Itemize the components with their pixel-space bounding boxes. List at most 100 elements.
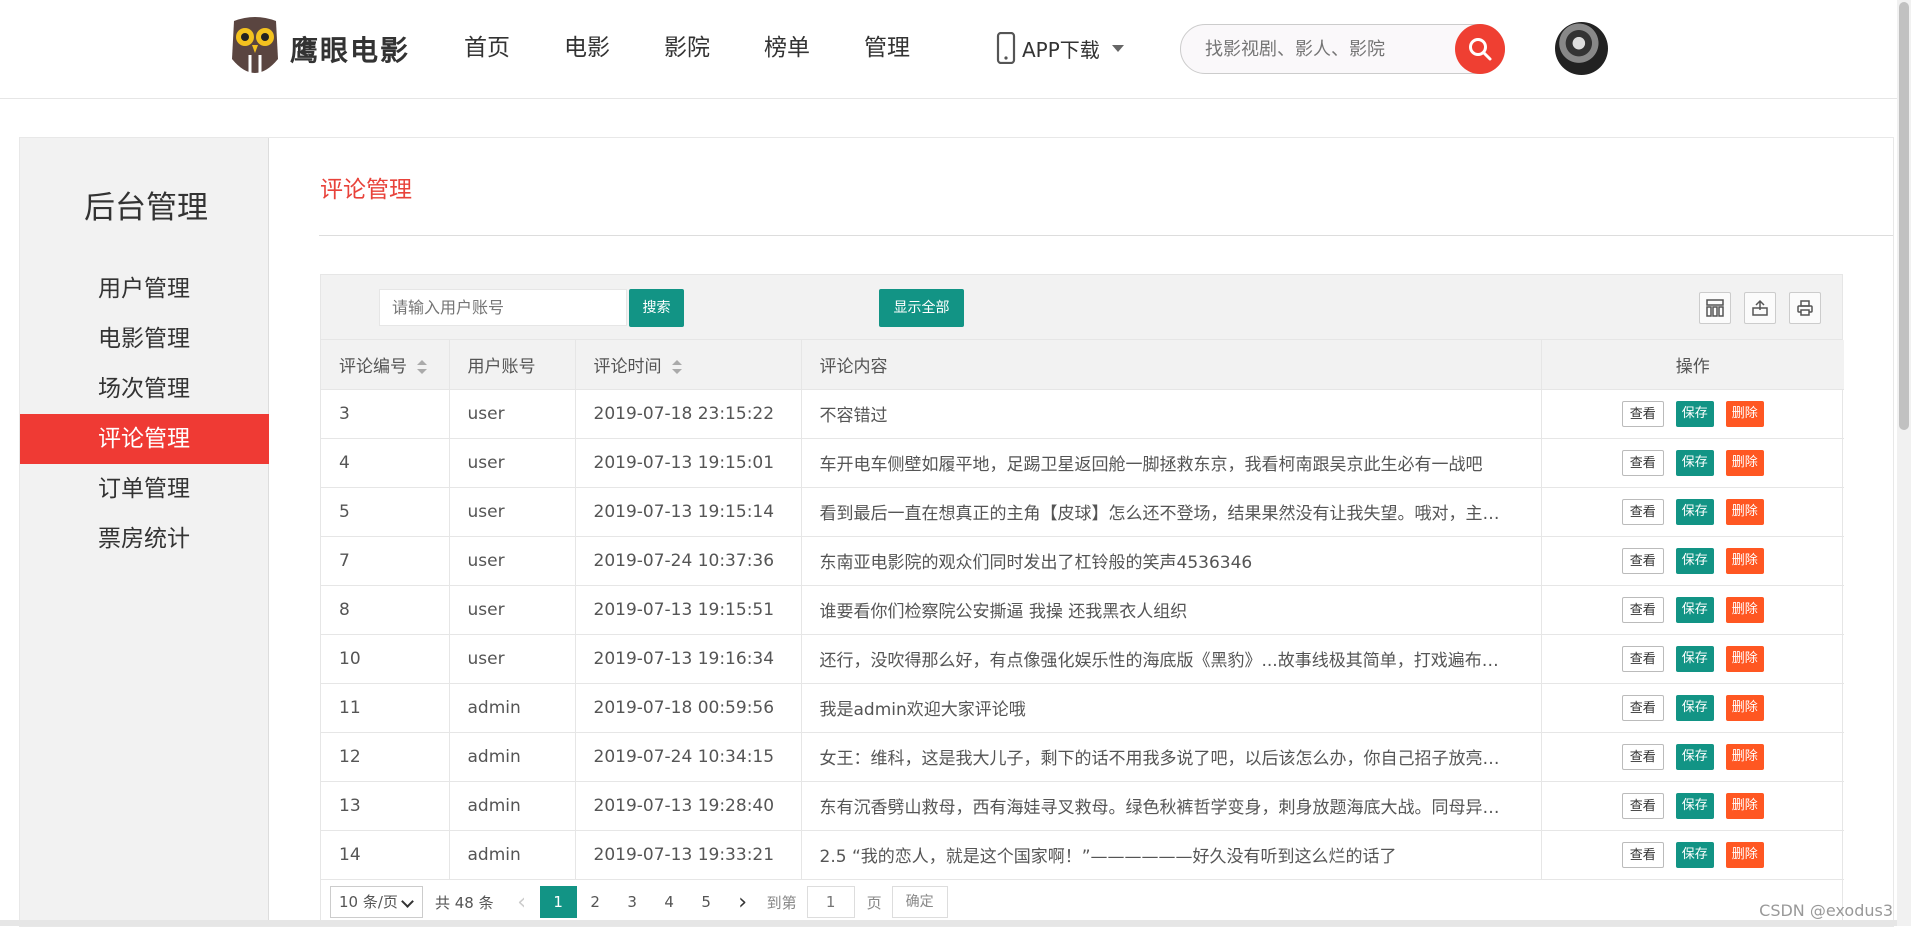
save-button[interactable]: 保存 — [1676, 450, 1714, 476]
nav-admin[interactable]: 管理 — [864, 30, 910, 66]
page-button-1[interactable]: 1 — [540, 886, 577, 918]
page-button-5[interactable]: 5 — [688, 886, 725, 918]
delete-button[interactable]: 删除 — [1726, 744, 1764, 770]
search-button[interactable] — [1455, 24, 1505, 74]
save-button[interactable]: 保存 — [1676, 793, 1714, 819]
scrollbar-thumb[interactable] — [1899, 2, 1909, 430]
actions-cell: 查看保存删除 — [1541, 781, 1844, 830]
export-button[interactable] — [1744, 292, 1776, 324]
table-toolbar: 搜索 显示全部 — [321, 275, 1842, 340]
app-download-label: APP下载 — [1022, 34, 1100, 63]
view-button[interactable]: 查看 — [1622, 842, 1664, 868]
top-header: 鹰眼电影 首页 电影 影院 榜单 管理 APP下载 — [0, 0, 1911, 99]
nav-cinemas[interactable]: 影院 — [664, 30, 710, 66]
column-filter-button[interactable] — [1699, 292, 1731, 324]
comment-content-cell: 东南亚电影院的观众们同时发出了杠铃般的笑声4536346 — [801, 536, 1541, 585]
actions-cell: 查看保存删除 — [1541, 438, 1844, 487]
table-row: 8user2019-07-13 19:15:51谁要看你们检察院公安撕逼 我操 … — [321, 585, 1844, 634]
comment-id-cell: 8 — [321, 585, 449, 634]
view-button[interactable]: 查看 — [1622, 744, 1664, 770]
sidebar-item-showtimes[interactable]: 场次管理 — [20, 364, 269, 414]
sidebar-item-users[interactable]: 用户管理 — [20, 264, 269, 314]
view-button[interactable]: 查看 — [1622, 401, 1664, 427]
next-page-icon[interactable]: › — [725, 890, 761, 915]
comment-id-cell: 13 — [321, 781, 449, 830]
show-all-button[interactable]: 显示全部 — [879, 289, 964, 327]
delete-button[interactable]: 删除 — [1726, 793, 1764, 819]
goto-page-input[interactable] — [807, 886, 855, 918]
sidebar-item-movies[interactable]: 电影管理 — [20, 314, 269, 364]
view-button[interactable]: 查看 — [1622, 450, 1664, 476]
delete-button[interactable]: 删除 — [1726, 597, 1764, 623]
page-button-3[interactable]: 3 — [614, 886, 651, 918]
save-button[interactable]: 保存 — [1676, 548, 1714, 574]
save-button[interactable]: 保存 — [1676, 499, 1714, 525]
save-button[interactable]: 保存 — [1676, 744, 1714, 770]
nav-movies[interactable]: 电影 — [564, 30, 610, 66]
sidebar-item-boxoffice[interactable]: 票房统计 — [20, 514, 269, 564]
title-divider — [319, 235, 1893, 236]
actions-cell: 查看保存删除 — [1541, 487, 1844, 536]
view-button[interactable]: 查看 — [1622, 597, 1664, 623]
sort-icon[interactable] — [417, 360, 427, 374]
delete-button[interactable]: 删除 — [1726, 499, 1764, 525]
prev-page-icon[interactable]: ‹ — [504, 890, 540, 915]
main-nav: 首页 电影 影院 榜单 管理 — [464, 30, 964, 66]
view-button[interactable]: 查看 — [1622, 499, 1664, 525]
page-button-4[interactable]: 4 — [651, 886, 688, 918]
goto-confirm-button[interactable]: 确定 — [892, 886, 948, 918]
comments-table: 评论编号 用户账号 评论时间 评论内容 操作 3user2019-07-18 2… — [321, 340, 1844, 880]
comment-time-cell: 2019-07-18 00:59:56 — [575, 683, 801, 732]
actions-cell: 查看保存删除 — [1541, 389, 1844, 438]
column-header-id[interactable]: 评论编号 — [321, 340, 449, 389]
save-button[interactable]: 保存 — [1676, 842, 1714, 868]
print-button[interactable] — [1789, 292, 1821, 324]
delete-button[interactable]: 删除 — [1726, 548, 1764, 574]
column-header-content: 评论内容 — [801, 340, 1541, 389]
save-button[interactable]: 保存 — [1676, 646, 1714, 672]
pagination: 10 条/页 共 48 条 ‹ 1 2 3 4 5 › 到第 页 确定 — [321, 879, 1842, 925]
delete-button[interactable]: 删除 — [1726, 695, 1764, 721]
comment-content-cell: 我是admin欢迎大家评论哦 — [801, 683, 1541, 732]
table-row: 4user2019-07-13 19:15:01车开电车侧壁如履平地，足踢卫星返… — [321, 438, 1844, 487]
horizontal-scrollbar[interactable] — [0, 920, 1897, 926]
delete-button[interactable]: 删除 — [1726, 646, 1764, 672]
app-download-dropdown[interactable]: APP下载 — [996, 32, 1124, 64]
actions-cell: 查看保存删除 — [1541, 683, 1844, 732]
page-unit-label: 页 — [867, 892, 882, 913]
vertical-scrollbar[interactable] — [1897, 0, 1911, 926]
user-avatar[interactable] — [1555, 22, 1608, 75]
search-submit-button[interactable]: 搜索 — [629, 289, 684, 327]
site-search-input[interactable] — [1205, 35, 1405, 63]
sidebar-item-comments[interactable]: 评论管理 — [20, 414, 269, 464]
sort-icon[interactable] — [672, 360, 682, 374]
phone-icon — [996, 32, 1016, 64]
comment-content-cell: 女王：维科，这是我大儿子，剩下的话不用我多说了吧，以后该怎么办，你自己招子放亮… — [801, 732, 1541, 781]
save-button[interactable]: 保存 — [1676, 597, 1714, 623]
user-account-cell: admin — [449, 781, 575, 830]
delete-button[interactable]: 删除 — [1726, 401, 1764, 427]
table-row: 11admin2019-07-18 00:59:56我是admin欢迎大家评论哦… — [321, 683, 1844, 732]
logo[interactable]: 鹰眼电影 — [228, 14, 410, 84]
user-account-search-input[interactable] — [379, 289, 627, 326]
view-button[interactable]: 查看 — [1622, 695, 1664, 721]
save-button[interactable]: 保存 — [1676, 401, 1714, 427]
view-button[interactable]: 查看 — [1622, 793, 1664, 819]
nav-rankings[interactable]: 榜单 — [764, 30, 810, 66]
goto-label: 到第 — [767, 892, 797, 913]
column-header-time[interactable]: 评论时间 — [575, 340, 801, 389]
view-button[interactable]: 查看 — [1622, 548, 1664, 574]
table-row: 5user2019-07-13 19:15:14看到最后一直在想真正的主角【皮球… — [321, 487, 1844, 536]
view-button[interactable]: 查看 — [1622, 646, 1664, 672]
export-icon — [1751, 299, 1769, 317]
sidebar-item-orders[interactable]: 订单管理 — [20, 464, 269, 514]
comment-time-cell: 2019-07-13 19:33:21 — [575, 830, 801, 879]
comment-content-cell: 看到最后一直在想真正的主角【皮球】怎么还不登场，结果果然没有让我失望。哦对，主… — [801, 487, 1541, 536]
delete-button[interactable]: 删除 — [1726, 450, 1764, 476]
nav-home[interactable]: 首页 — [464, 30, 510, 66]
page-button-2[interactable]: 2 — [577, 886, 614, 918]
comment-content-cell: 2.5 “我的恋人，就是这个国家啊！”——————好久没有听到这么烂的话了 — [801, 830, 1541, 879]
save-button[interactable]: 保存 — [1676, 695, 1714, 721]
delete-button[interactable]: 删除 — [1726, 842, 1764, 868]
page-size-select[interactable]: 10 条/页 — [330, 886, 423, 918]
